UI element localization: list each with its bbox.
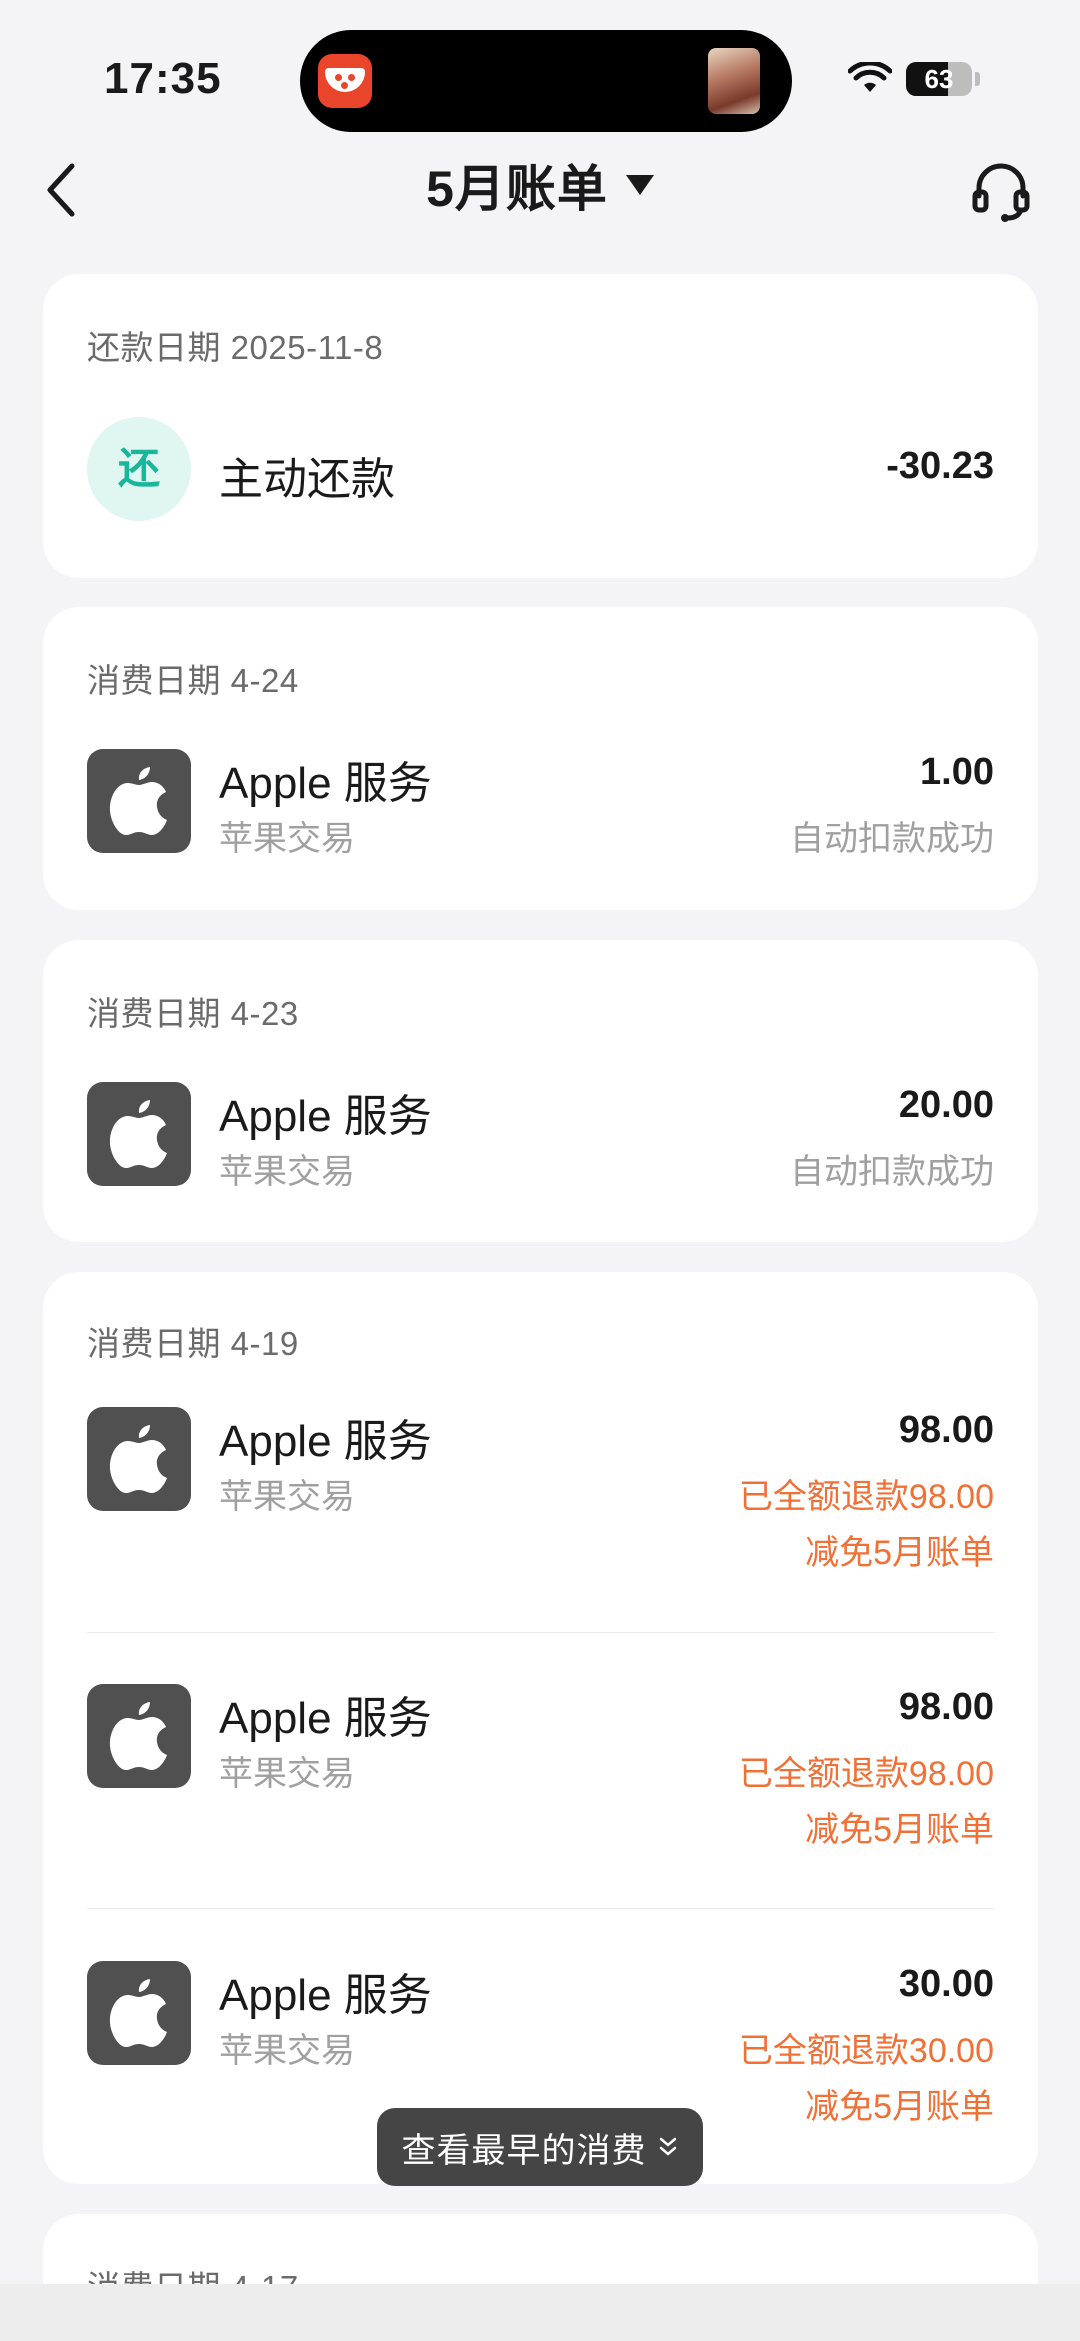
transaction-status: 自动扣款成功 — [790, 1153, 994, 1191]
transaction-amount: 30.00 — [898, 1963, 994, 2005]
back-icon[interactable] — [40, 160, 84, 220]
refund-status: 已全额退款98.00 — [738, 1755, 994, 1793]
apple-icon — [87, 1082, 191, 1186]
purchase-date: 消费日期 4-19 — [87, 1325, 299, 1362]
purchase-group-card: 消费日期 4-19 Apple 服务 苹果交易 98.00 已全额退款98.00… — [43, 1272, 1038, 2184]
transaction-title: Apple 服务 — [219, 1417, 432, 1466]
view-earliest-button[interactable]: 查看最早的消费 — [377, 2108, 703, 2186]
chevrons-down-icon — [659, 2137, 676, 2156]
transaction-amount: 1.00 — [920, 751, 994, 793]
apple-icon — [87, 1961, 191, 2065]
apple-icon — [87, 1407, 191, 1511]
transaction-row[interactable]: Apple 服务 苹果交易 30.00 已全额退款30.00 减免5月账单 — [87, 1961, 994, 2131]
bill-waiver-note: 减免5月账单 — [805, 1534, 994, 1572]
apple-icon — [87, 749, 191, 853]
repayment-row[interactable]: 还 主动还款 -30.23 — [87, 417, 994, 527]
transaction-title: Apple 服务 — [219, 1694, 432, 1743]
status-bar: 17:35 63 — [0, 0, 1080, 140]
battery-level: 63 — [924, 64, 954, 94]
dynamic-island — [300, 30, 792, 132]
transaction-row[interactable]: Apple 服务 苹果交易 20.00 自动扣款成功 — [87, 1082, 994, 1192]
repayment-card[interactable]: 还款日期 2025-11-8 还 主动还款 -30.23 — [43, 274, 1038, 578]
bottom-bar — [0, 2284, 1080, 2341]
battery-icon: 63 — [906, 62, 972, 96]
transaction-row[interactable]: Apple 服务 苹果交易 98.00 已全额退款98.00 减免5月账单 — [87, 1684, 994, 1854]
transaction-subtitle: 苹果交易 — [219, 1153, 355, 1191]
transaction-amount: 98.00 — [898, 1686, 994, 1728]
transaction-subtitle: 苹果交易 — [219, 1478, 355, 1516]
transaction-subtitle: 苹果交易 — [219, 1755, 355, 1793]
transaction-amount: 98.00 — [898, 1409, 994, 1451]
transaction-amount: 20.00 — [898, 1084, 994, 1126]
transaction-title: Apple 服务 — [219, 759, 432, 808]
transaction-status: 自动扣款成功 — [790, 820, 994, 858]
bill-month-selector[interactable]: 5月账单 — [426, 149, 608, 221]
transaction-title: Apple 服务 — [219, 1971, 432, 2020]
media-thumbnail — [708, 48, 760, 114]
wifi-icon — [848, 62, 892, 92]
purchase-date: 消费日期 4-23 — [87, 995, 299, 1032]
repay-icon: 还 — [87, 417, 191, 521]
caret-down-icon[interactable] — [625, 175, 654, 195]
transaction-row[interactable]: Apple 服务 苹果交易 98.00 已全额退款98.00 减免5月账单 — [87, 1407, 994, 1577]
nav-title-bar: 5月账单 — [0, 150, 1080, 220]
tomato-app-icon — [318, 54, 372, 108]
repayment-title: 主动还款 — [219, 455, 395, 504]
repayment-date: 还款日期 2025-11-8 — [87, 329, 384, 366]
apple-icon — [87, 1684, 191, 1788]
repayment-amount: -30.23 — [886, 445, 994, 487]
refund-status: 已全额退款30.00 — [738, 2032, 994, 2070]
divider — [87, 1908, 994, 1909]
view-earliest-label: 查看最早的消费 — [401, 2131, 647, 2170]
divider — [87, 1632, 994, 1633]
purchase-group-card: 消费日期 4-23 Apple 服务 苹果交易 20.00 自动扣款成功 — [43, 940, 1038, 1242]
purchase-date: 消费日期 4-24 — [87, 662, 299, 699]
purchase-group-card: 消费日期 4-24 Apple 服务 苹果交易 1.00 自动扣款成功 — [43, 607, 1038, 910]
transaction-subtitle: 苹果交易 — [219, 2032, 355, 2070]
status-time: 17:35 — [104, 54, 222, 103]
transaction-subtitle: 苹果交易 — [219, 820, 355, 858]
bill-waiver-note: 减免5月账单 — [805, 1811, 994, 1849]
bill-waiver-note: 减免5月账单 — [805, 2088, 994, 2126]
transaction-row[interactable]: Apple 服务 苹果交易 1.00 自动扣款成功 — [87, 749, 994, 859]
transaction-title: Apple 服务 — [219, 1092, 432, 1141]
headset-icon[interactable] — [970, 160, 1032, 224]
refund-status: 已全额退款98.00 — [738, 1478, 994, 1516]
